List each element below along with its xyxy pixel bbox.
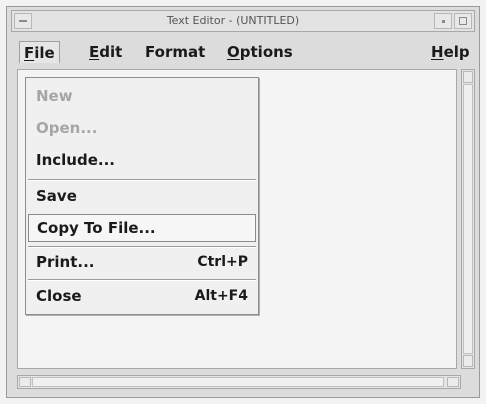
menu-item-print-accelerator: Ctrl+P (197, 254, 248, 270)
menu-options-mnemonic: O (227, 43, 240, 61)
menu-edit[interactable]: Edit (85, 41, 126, 63)
menu-bar: File Edit Format Options Help (11, 37, 475, 67)
maximize-button[interactable] (454, 13, 472, 29)
menu-help-label: elp (443, 43, 470, 61)
menu-file-mnemonic: F (24, 44, 35, 62)
menu-item-open[interactable]: Open... (28, 114, 256, 142)
menu-separator (28, 179, 256, 181)
horizontal-scroll-thumb[interactable] (32, 377, 444, 387)
menu-file-label: ile (34, 44, 55, 62)
scroll-up-arrow-icon[interactable] (463, 71, 473, 83)
menu-item-print-label: Print... (36, 253, 95, 271)
menu-item-include-label: Include... (36, 151, 115, 169)
menu-edit-mnemonic: E (89, 43, 100, 61)
menu-item-copy-to-file[interactable]: Copy To File... (28, 214, 256, 242)
menu-options-label: ptions (239, 43, 293, 61)
title-bar[interactable]: Text Editor - (UNTITLED) (11, 10, 475, 32)
menu-item-copy-to-file-label: Copy To File... (37, 219, 156, 237)
window-title: Text Editor - (UNTITLED) (166, 14, 300, 27)
menu-options[interactable]: Options (223, 41, 297, 63)
text-editor-window: Text Editor - (UNTITLED) File Edit Forma… (6, 6, 480, 398)
menu-item-include[interactable]: Include... (28, 146, 256, 174)
menu-item-print[interactable]: Print... Ctrl+P (28, 248, 256, 276)
maximize-icon (459, 17, 467, 25)
vertical-scrollbar[interactable] (461, 69, 475, 369)
minimize-button[interactable] (434, 13, 452, 29)
menu-format[interactable]: Format (141, 41, 209, 63)
window-menu-button[interactable] (14, 13, 32, 29)
menu-item-close[interactable]: Close Alt+F4 (28, 282, 256, 310)
menu-item-save-label: Save (36, 187, 77, 205)
menu-help[interactable]: Help (427, 41, 474, 63)
menu-item-close-label: Close (36, 287, 82, 305)
menu-item-open-label: Open... (36, 119, 98, 137)
scroll-down-arrow-icon[interactable] (463, 355, 473, 367)
scroll-right-arrow-icon[interactable] (447, 377, 459, 387)
menu-edit-label: dit (99, 43, 123, 61)
menu-help-mnemonic: H (431, 43, 444, 61)
file-menu-dropdown: New Open... Include... Save Copy To File… (25, 77, 259, 315)
menu-item-close-accelerator: Alt+F4 (194, 288, 248, 304)
menu-item-save[interactable]: Save (28, 182, 256, 210)
menu-format-label: Format (145, 43, 206, 61)
menu-item-new[interactable]: New (28, 82, 256, 110)
horizontal-scrollbar[interactable] (17, 375, 461, 389)
minimize-icon (441, 19, 445, 23)
vertical-scroll-thumb[interactable] (463, 84, 473, 354)
scroll-left-arrow-icon[interactable] (19, 377, 31, 387)
menu-item-new-label: New (36, 87, 73, 105)
menu-file[interactable]: File (19, 41, 60, 63)
window-menu-icon (19, 20, 27, 22)
menu-separator (28, 279, 256, 281)
